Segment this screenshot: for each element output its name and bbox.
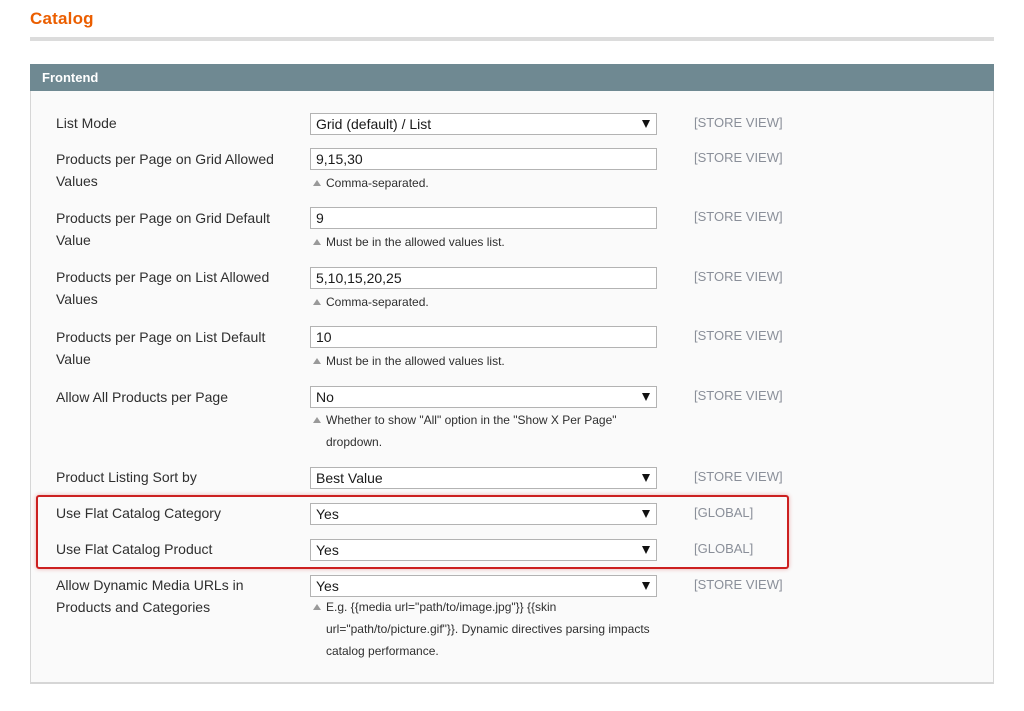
- dynamic-media-label: Allow Dynamic Media URLs in Products and…: [56, 577, 244, 615]
- flat-category-select[interactable]: Yes: [310, 503, 657, 525]
- sort-by-label: Product Listing Sort by: [56, 469, 197, 485]
- triangle-up-icon: [313, 604, 321, 610]
- list-allowed-note: Comma-separated.: [312, 291, 657, 313]
- flat-product-scope: [GLOBAL]: [694, 541, 754, 556]
- triangle-up-icon: [313, 417, 321, 423]
- dynamic-media-select[interactable]: Yes: [310, 575, 657, 597]
- triangle-up-icon: [313, 239, 321, 245]
- section-header-frontend[interactable]: Frontend: [30, 64, 994, 91]
- sort-by-select[interactable]: Best Value: [310, 467, 657, 489]
- list-allowed-label: Products per Page on List Allowed Values: [56, 269, 270, 307]
- dynamic-media-note: E.g. {{media url="path/to/image.jpg"}} {…: [312, 596, 657, 662]
- sort-by-scope: [STORE VIEW]: [694, 469, 783, 484]
- list-default-input[interactable]: 10: [310, 326, 657, 348]
- grid-allowed-note-text: Comma-separated.: [326, 176, 429, 190]
- title-divider: [30, 37, 994, 41]
- chevron-down-icon: [642, 393, 650, 401]
- flat-category-value: Yes: [316, 506, 339, 522]
- triangle-up-icon: [313, 299, 321, 305]
- grid-default-note: Must be in the allowed values list.: [312, 231, 657, 253]
- flat-product-value: Yes: [316, 542, 339, 558]
- allow-all-note-text: Whether to show "All" option in the "Sho…: [326, 413, 617, 449]
- list-allowed-input[interactable]: 5,10,15,20,25: [310, 267, 657, 289]
- list-default-scope: [STORE VIEW]: [694, 328, 783, 343]
- grid-allowed-input[interactable]: 9,15,30: [310, 148, 657, 170]
- triangle-up-icon: [313, 358, 321, 364]
- list-mode-scope: [STORE VIEW]: [694, 115, 783, 130]
- list-mode-select[interactable]: Grid (default) / List: [310, 113, 657, 135]
- chevron-down-icon: [642, 546, 650, 554]
- list-default-note-text: Must be in the allowed values list.: [326, 354, 505, 368]
- chevron-down-icon: [642, 474, 650, 482]
- allow-all-select[interactable]: No: [310, 386, 657, 408]
- chevron-down-icon: [642, 120, 650, 128]
- bottom-divider: [30, 683, 994, 684]
- allow-all-note: Whether to show "All" option in the "Sho…: [312, 409, 657, 453]
- triangle-up-icon: [313, 180, 321, 186]
- page-title: Catalog: [30, 9, 94, 28]
- allow-all-value: No: [316, 389, 334, 405]
- grid-allowed-note: Comma-separated.: [312, 172, 657, 194]
- flat-category-scope: [GLOBAL]: [694, 505, 754, 520]
- grid-allowed-scope: [STORE VIEW]: [694, 150, 783, 165]
- dynamic-media-scope: [STORE VIEW]: [694, 577, 783, 592]
- sort-by-value: Best Value: [316, 470, 383, 486]
- list-allowed-note-text: Comma-separated.: [326, 295, 429, 309]
- flat-product-select[interactable]: Yes: [310, 539, 657, 561]
- list-allowed-scope: [STORE VIEW]: [694, 269, 783, 284]
- grid-default-input[interactable]: 9: [310, 207, 657, 229]
- flat-category-label: Use Flat Catalog Category: [56, 505, 221, 521]
- allow-all-scope: [STORE VIEW]: [694, 388, 783, 403]
- grid-default-scope: [STORE VIEW]: [694, 209, 783, 224]
- chevron-down-icon: [642, 582, 650, 590]
- list-mode-value: Grid (default) / List: [316, 116, 432, 132]
- dynamic-media-note-text: E.g. {{media url="path/to/image.jpg"}} {…: [326, 600, 650, 658]
- list-default-label: Products per Page on List Default Value: [56, 329, 266, 367]
- grid-allowed-label: Products per Page on Grid Allowed Values: [56, 151, 274, 189]
- chevron-down-icon: [642, 510, 650, 518]
- dynamic-media-value: Yes: [316, 578, 339, 594]
- list-mode-label: List Mode: [56, 115, 117, 131]
- grid-default-label: Products per Page on Grid Default Value: [56, 210, 271, 248]
- grid-default-note-text: Must be in the allowed values list.: [326, 235, 505, 249]
- list-default-note: Must be in the allowed values list.: [312, 350, 657, 372]
- allow-all-label: Allow All Products per Page: [56, 389, 228, 405]
- flat-product-label: Use Flat Catalog Product: [56, 541, 213, 557]
